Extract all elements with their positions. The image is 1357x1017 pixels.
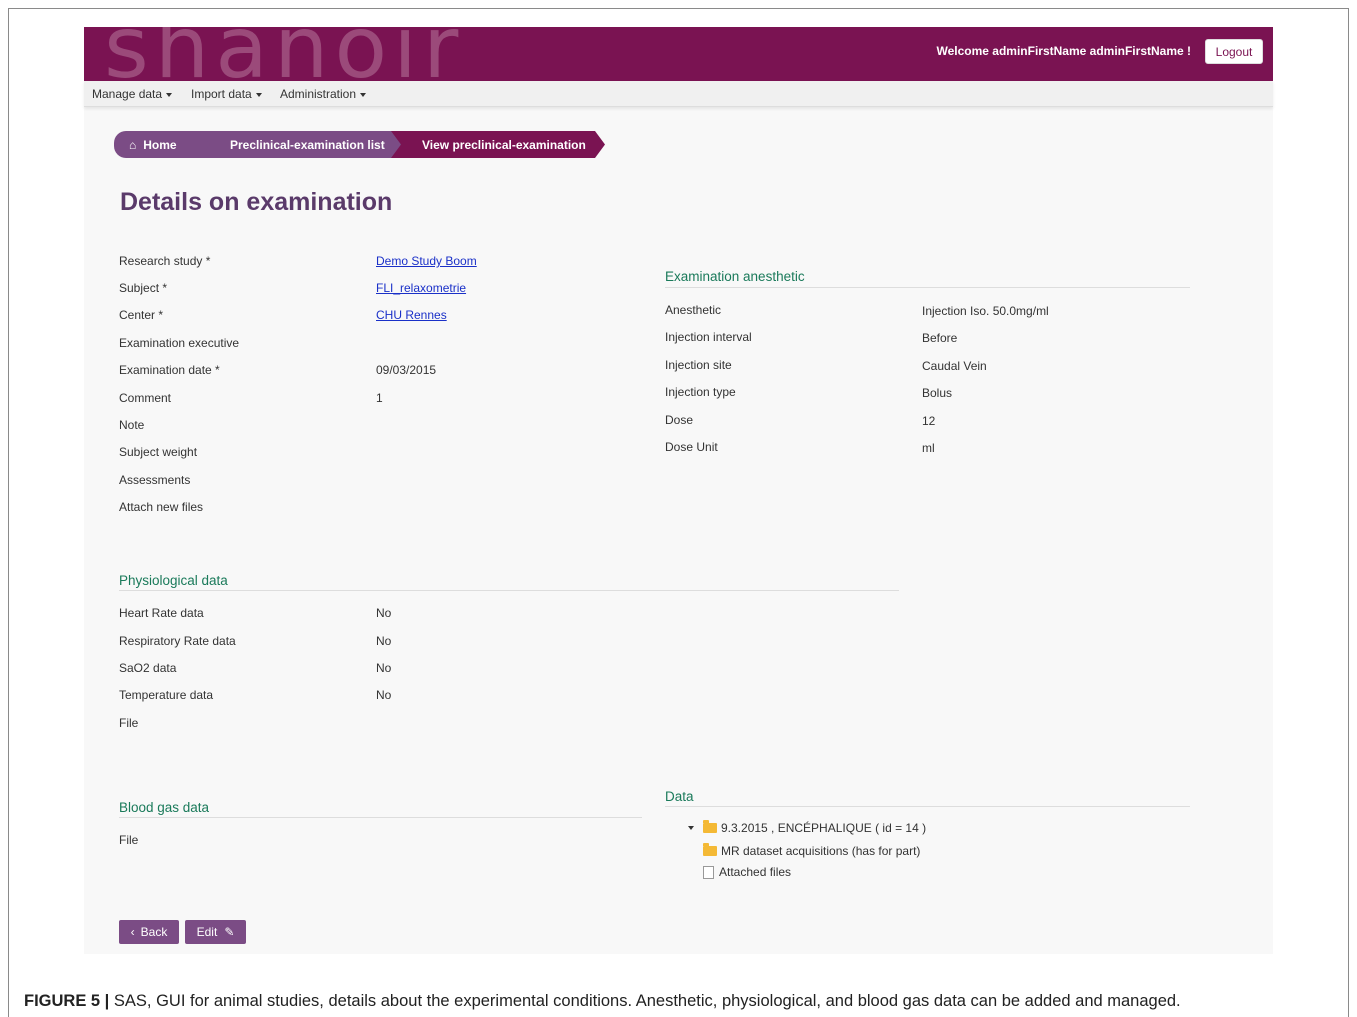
label-temperature: Temperature data [119, 688, 214, 702]
label-attach-new-files: Attach new files [119, 500, 204, 514]
menu-import-data[interactable]: Import data [191, 87, 262, 101]
back-button[interactable]: ‹ Back [119, 920, 179, 944]
tree-node-attached-files-label: Attached files [719, 865, 792, 879]
label-examination-executive: Examination executive [119, 336, 240, 350]
label-injection-type: Injection type [665, 385, 736, 399]
label-injection-interval: Injection interval [665, 330, 752, 344]
tree-node-examination[interactable]: 9.3.2015 , ENCÉPHALIQUE ( id = 14 ) [688, 820, 927, 835]
label-examination-date: Examination date * [119, 363, 220, 377]
section-divider [119, 590, 899, 591]
value-comment: 1 [376, 391, 383, 405]
chevron-down-icon [255, 92, 262, 97]
back-button-label: Back [140, 925, 168, 939]
chevron-left-icon: ‹ [130, 925, 135, 939]
value-dose: 12 [922, 414, 936, 428]
section-title-data: Data [665, 789, 694, 804]
welcome-text: Welcome adminFirstName adminFirstName ! [936, 44, 1191, 58]
label-subject: Subject * [119, 281, 168, 295]
link-research-study[interactable]: Demo Study Boom [376, 254, 477, 268]
value-sao2: No [376, 661, 392, 675]
menu-manage-data[interactable]: Manage data [92, 87, 173, 101]
section-title-blood-gas: Blood gas data [119, 800, 210, 815]
tree-node-mr-datasets-label: MR dataset acquisitions (has for part) [721, 844, 921, 858]
app-logo: shanoir [104, 27, 465, 81]
label-assessments: Assessments [119, 473, 191, 487]
value-heart-rate: No [376, 606, 392, 620]
page-title: Details on examination [120, 188, 393, 216]
value-injection-site: Caudal Vein [922, 359, 987, 373]
section-divider [665, 287, 1190, 288]
label-note: Note [119, 418, 145, 432]
label-heart-rate: Heart Rate data [119, 606, 204, 620]
label-physiological-file: File [119, 716, 139, 730]
chevron-down-icon[interactable] [688, 826, 694, 830]
label-injection-site: Injection site [665, 358, 732, 372]
section-title-anesthetic: Examination anesthetic [665, 269, 805, 284]
value-examination-date: 09/03/2015 [376, 363, 437, 377]
breadcrumb-home-label: Home [143, 137, 177, 152]
file-icon [703, 865, 714, 879]
figure-caption: FIGURE 5 | SAS, GUI for animal studies, … [24, 992, 1181, 1011]
label-respiratory-rate: Respiratory Rate data [119, 634, 236, 648]
label-research-study: Research study * [119, 254, 211, 268]
label-blood-gas-file: File [119, 833, 139, 847]
label-comment: Comment [119, 391, 172, 405]
main-menu-bar: Manage data Import data Administration [84, 81, 1273, 107]
logout-button[interactable]: Logout [1205, 39, 1263, 64]
value-respiratory-rate: No [376, 634, 392, 648]
tree-node-mr-datasets[interactable]: MR dataset acquisitions (has for part) [703, 843, 921, 858]
breadcrumb-examination-list[interactable]: Preclinical-examination list [200, 131, 405, 158]
section-title-physiological: Physiological data [119, 573, 228, 588]
label-sao2: SaO2 data [119, 661, 177, 675]
menu-administration-label: Administration [280, 87, 357, 101]
app-window: shanoir Welcome adminFirstName adminFirs… [84, 27, 1273, 954]
home-icon: ⌂ [129, 137, 137, 152]
edit-icon: ✎ [224, 925, 235, 939]
tree-node-examination-label: 9.3.2015 , ENCÉPHALIQUE ( id = 14 ) [721, 821, 927, 835]
menu-import-data-label: Import data [191, 87, 252, 101]
folder-open-icon [703, 820, 717, 833]
label-dose: Dose [665, 413, 694, 427]
chevron-down-icon [360, 92, 367, 97]
value-dose-unit: ml [922, 441, 935, 455]
value-temperature: No [376, 688, 392, 702]
section-divider [119, 817, 642, 818]
breadcrumb-home[interactable]: ⌂ Home [114, 131, 214, 158]
chevron-down-icon [166, 92, 173, 97]
folder-icon [703, 843, 717, 856]
value-injection-interval: Before [922, 331, 958, 345]
label-dose-unit: Dose Unit [665, 440, 718, 454]
label-subject-weight: Subject weight [119, 445, 198, 459]
value-anesthetic: Injection Iso. 50.0mg/ml [922, 304, 1049, 318]
label-center: Center * [119, 308, 164, 322]
menu-manage-data-label: Manage data [92, 87, 163, 101]
breadcrumb-current: View preclinical-examination [391, 131, 605, 158]
menu-administration[interactable]: Administration [280, 87, 367, 101]
figure-caption-label: FIGURE 5 | [24, 992, 110, 1010]
section-divider [665, 806, 1190, 807]
tree-node-attached-files[interactable]: Attached files [701, 865, 791, 879]
link-subject[interactable]: FLI_relaxometrie [376, 281, 466, 295]
edit-button[interactable]: Edit ✎ [185, 920, 246, 944]
link-center[interactable]: CHU Rennes [376, 308, 447, 322]
value-injection-type: Bolus [922, 386, 953, 400]
label-anesthetic: Anesthetic [665, 303, 722, 317]
edit-button-label: Edit [196, 925, 218, 939]
header-banner: shanoir Welcome adminFirstName adminFirs… [84, 27, 1273, 81]
figure-caption-text: SAS, GUI for animal studies, details abo… [109, 992, 1181, 1010]
